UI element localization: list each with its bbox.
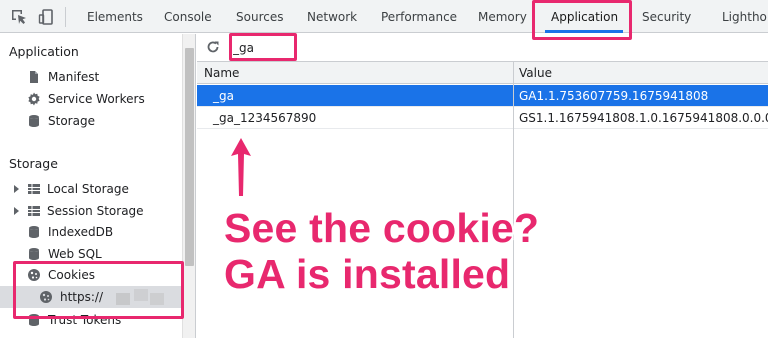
up-arrow-icon (231, 138, 251, 196)
sidebar-section-storage: Storage (9, 156, 58, 171)
database-icon (27, 114, 41, 128)
cookie-value: GS1.1.1675941808.1.0.1675941808.0.0.0 (519, 111, 768, 125)
cookie-name: _ga (213, 89, 234, 103)
expand-arrow-icon[interactable] (14, 207, 19, 215)
highlight-cookies-item (13, 261, 184, 319)
sidebar-scrollbar[interactable] (182, 34, 196, 338)
device-toolbar-icon[interactable] (38, 8, 56, 26)
highlight-filter-input (229, 33, 297, 61)
devtools-tab-bar: Elements Console Sources Network Perform… (0, 0, 768, 33)
table-header: Name Value (197, 62, 768, 84)
tab-console[interactable]: Console (164, 0, 212, 33)
tab-memory[interactable]: Memory (478, 0, 527, 33)
inspect-element-icon[interactable] (10, 8, 28, 26)
cookie-name: _ga_1234567890 (213, 111, 317, 125)
gear-icon (27, 92, 41, 106)
database-icon (27, 247, 41, 261)
cookie-value: GA1.1.753607759.1675941808 (519, 89, 709, 103)
tab-performance[interactable]: Performance (381, 0, 457, 33)
sidebar-item-local-storage[interactable]: Local Storage (14, 179, 174, 199)
tab-network[interactable]: Network (307, 0, 357, 33)
tab-sources[interactable]: Sources (236, 0, 283, 33)
grid-icon (27, 182, 41, 196)
refresh-icon[interactable] (206, 40, 220, 54)
expand-arrow-icon[interactable] (14, 185, 19, 193)
database-icon (27, 225, 41, 239)
sidebar-scrollbar-thumb[interactable] (185, 48, 194, 266)
document-icon (27, 70, 41, 84)
table-row[interactable]: _ga GA1.1.753607759.1675941808 (197, 85, 768, 107)
tab-elements[interactable]: Elements (87, 0, 143, 33)
grid-icon (27, 204, 41, 218)
table-row[interactable]: _ga_1234567890 GS1.1.1675941808.1.0.1675… (197, 107, 768, 129)
sidebar-section-application: Application (9, 44, 79, 59)
highlight-application-tab (532, 0, 632, 40)
tab-lighthouse[interactable]: Lightho (722, 0, 767, 33)
column-header-value[interactable]: Value (519, 62, 552, 84)
sidebar-item-session-storage[interactable]: Session Storage (14, 201, 174, 221)
tab-security[interactable]: Security (642, 0, 691, 33)
column-divider[interactable] (513, 62, 514, 338)
annotation-line-1: See the cookie? (224, 205, 540, 251)
annotation-line-2: GA is installed (224, 251, 511, 297)
toolbar-divider (65, 7, 66, 27)
column-header-name[interactable]: Name (204, 62, 239, 84)
